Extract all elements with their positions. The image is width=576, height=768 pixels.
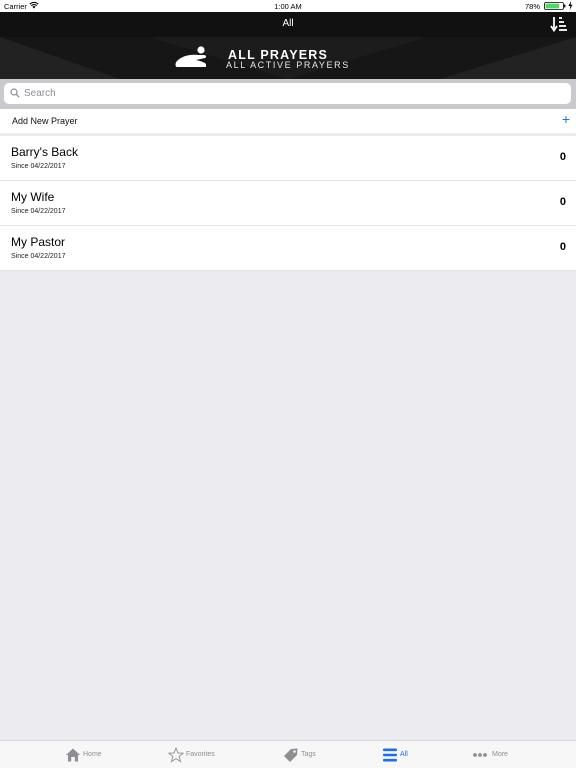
prayer-name: My Pastor: [11, 235, 66, 249]
tab-bar: Home Favorites Tags All More: [0, 740, 576, 768]
battery-icon: [544, 2, 566, 10]
status-bar: Carrier 1:00 AM 78%: [0, 0, 576, 12]
tab-home[interactable]: Home: [62, 741, 112, 768]
prayer-since-date: Since 04/22/2017: [11, 253, 66, 260]
tab-label: Favorites: [186, 751, 215, 758]
prayer-name: Barry's Back: [11, 145, 78, 159]
tab-more[interactable]: More: [472, 741, 516, 768]
sort-icon[interactable]: [550, 15, 568, 33]
tab-favorites[interactable]: Favorites: [166, 741, 226, 768]
navigation-bar: All: [0, 12, 576, 37]
tag-icon: [284, 748, 298, 762]
prayer-row[interactable]: Barry's Back Since 04/22/2017 0: [0, 136, 576, 181]
prayer-count: 0: [559, 196, 566, 208]
search-input[interactable]: [24, 85, 564, 102]
nav-title: All: [282, 18, 294, 29]
search-field[interactable]: [4, 83, 571, 104]
add-new-prayer-label: Add New Prayer: [12, 116, 78, 126]
prayer-count: 0: [559, 241, 566, 253]
prayer-name: My Wife: [11, 190, 55, 204]
search-bar: [0, 79, 576, 109]
prayer-count: 0: [559, 151, 566, 163]
charging-icon: [568, 1, 573, 10]
prayer-since-date: Since 04/22/2017: [11, 163, 66, 170]
more-icon: [473, 753, 487, 757]
prayer-list: Barry's Back Since 04/22/2017 0 My Wife …: [0, 136, 576, 271]
search-icon: [10, 88, 20, 98]
clock-time: 1:00 AM: [274, 2, 302, 11]
prayer-row[interactable]: My Wife Since 04/22/2017 0: [0, 181, 576, 226]
banner-subtitle: ALL ACTIVE PRAYERS: [226, 60, 350, 70]
tab-label: All: [400, 751, 408, 758]
list-icon: [383, 748, 397, 762]
home-icon: [66, 748, 80, 762]
tab-all[interactable]: All: [380, 741, 416, 768]
tab-label: Home: [83, 751, 102, 758]
tab-label: Tags: [301, 751, 316, 758]
praying-person-icon: [175, 46, 207, 67]
add-new-prayer-row[interactable]: Add New Prayer +: [0, 109, 576, 133]
prayer-row[interactable]: My Pastor Since 04/22/2017 0: [0, 226, 576, 271]
tab-tags[interactable]: Tags: [281, 741, 321, 768]
prayer-since-date: Since 04/22/2017: [11, 208, 66, 215]
battery-percentage: 78%: [524, 2, 540, 11]
star-icon: [168, 747, 184, 763]
plus-icon[interactable]: +: [562, 112, 570, 126]
tab-label: More: [492, 751, 508, 758]
header-banner: ALL PRAYERS ALL ACTIVE PRAYERS: [0, 37, 576, 79]
